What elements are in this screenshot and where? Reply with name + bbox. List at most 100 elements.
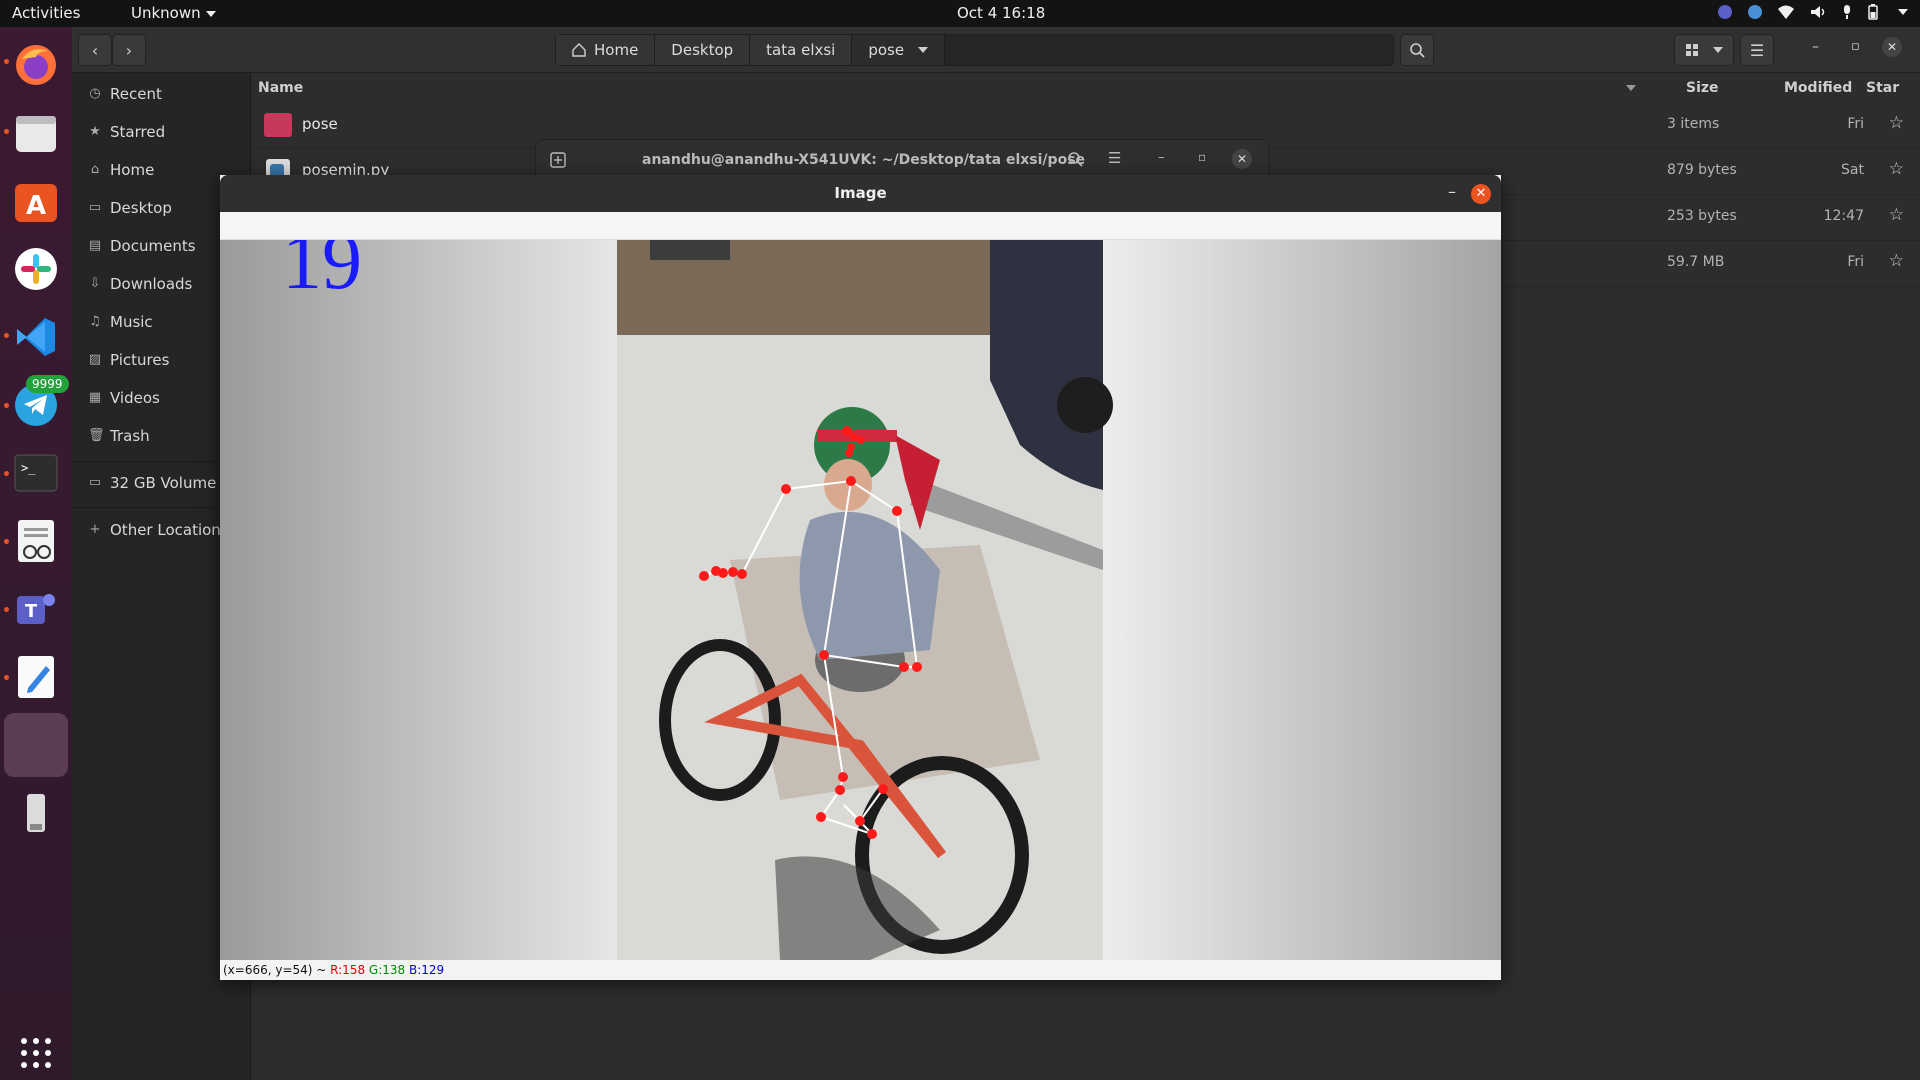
back-button[interactable]: ‹ (78, 34, 112, 66)
sidebar-item-home[interactable]: ⌂ Home (88, 161, 154, 179)
document-icon: ▤ (88, 238, 102, 253)
crumb-tata-elxsi[interactable]: tata elxsi (750, 35, 853, 65)
column-name[interactable]: Name (258, 73, 1658, 103)
battery-icon[interactable] (1867, 4, 1879, 20)
chevron-down-icon (918, 47, 929, 53)
image-titlebar[interactable]: Image – ✕ (220, 175, 1501, 212)
crumb-label: Desktop (671, 41, 734, 59)
terminal-window[interactable]: anandhu@anandhu-X541UVK: ~/Desktop/tata … (535, 139, 1269, 179)
image-canvas[interactable]: 19 (220, 240, 1501, 960)
system-tray[interactable] (1717, 4, 1908, 20)
keypoint (899, 662, 909, 672)
sidebar-item-label: Documents (110, 237, 196, 255)
teams-icon[interactable]: T (10, 583, 62, 635)
close-button[interactable]: ✕ (1882, 37, 1902, 57)
star-icon[interactable]: ☆ (1889, 159, 1904, 179)
microphone-icon[interactable] (1841, 4, 1853, 20)
keypoint (816, 812, 826, 822)
green-value: G:138 (368, 963, 406, 977)
keypoint (912, 662, 922, 672)
sidebar-item-documents[interactable]: ▤ Documents (88, 237, 196, 255)
wifi-icon[interactable] (1777, 4, 1795, 20)
terminal-icon[interactable]: >_ (10, 447, 62, 499)
star-icon[interactable]: ☆ (1889, 251, 1904, 271)
teams-tray-icon[interactable] (1717, 4, 1733, 20)
running-indicator (4, 539, 9, 544)
crumb-pose[interactable]: pose (852, 35, 946, 65)
column-modified[interactable]: Modified (1784, 73, 1852, 103)
sidebar-item-music[interactable]: ♫ Music (88, 313, 153, 331)
usb-drive-icon[interactable] (10, 787, 62, 839)
app-menu[interactable]: Unknown (131, 4, 216, 22)
sidebar-item-volume[interactable]: ▭ 32 GB Volume (88, 474, 216, 492)
search-button[interactable] (1400, 34, 1434, 66)
dock: A 9999 >_ T (0, 27, 72, 1080)
firefox-icon[interactable] (10, 39, 62, 91)
sort-icon (1626, 85, 1636, 91)
chevron-down-icon[interactable] (1898, 9, 1908, 15)
sidebar-item-label: Other Locations (110, 521, 229, 539)
keypoint (842, 426, 852, 436)
active-app-placeholder[interactable] (4, 713, 68, 777)
desktop-icon: ▭ (88, 200, 102, 215)
sidebar-item-other-locations[interactable]: + Other Locations (88, 521, 229, 539)
svg-text:T: T (25, 601, 38, 622)
maximize-button[interactable]: ▫ (1851, 39, 1860, 54)
sidebar-item-label: Recent (110, 85, 162, 103)
terminal-title: anandhu@anandhu-X541UVK: ~/Desktop/tata … (642, 152, 1086, 168)
file-size: 253 bytes (1667, 208, 1737, 224)
document-viewer-icon[interactable] (10, 515, 62, 567)
show-apps-icon[interactable] (10, 1027, 62, 1079)
close-button[interactable]: ✕ (1232, 149, 1252, 169)
files-headerbar: ‹ › Home Desktop tata elxsi pose ☰ – ▫ ✕ (72, 27, 1920, 73)
minimize-button[interactable]: – (1448, 182, 1456, 201)
volume-icon[interactable] (1809, 4, 1827, 20)
menu-button[interactable]: ☰ (1740, 34, 1774, 66)
crumb-home[interactable]: Home (556, 35, 656, 65)
minimize-button[interactable]: – (1812, 39, 1819, 55)
keypoint (846, 476, 856, 486)
forward-button[interactable]: › (112, 34, 146, 66)
star-icon[interactable]: ☆ (1889, 205, 1904, 225)
sidebar-item-label: Videos (110, 389, 160, 407)
sidebar-item-downloads[interactable]: ⇩ Downloads (88, 275, 193, 293)
path-bar[interactable]: Home Desktop tata elxsi pose (555, 34, 1394, 66)
hamburger-icon[interactable]: ☰ (1108, 149, 1121, 167)
sidebar-item-label: Starred (110, 123, 166, 141)
search-icon[interactable] (1068, 152, 1083, 167)
crumb-desktop[interactable]: Desktop (655, 35, 751, 65)
close-button[interactable]: ✕ (1471, 184, 1491, 204)
ubuntu-software-icon[interactable]: A (10, 175, 62, 227)
keypoint (819, 650, 829, 660)
view-toggle-button[interactable] (1674, 34, 1734, 66)
image-window: Image – ✕ 19 (x=666, y=54) ~ R:158 G:138… (220, 175, 1501, 980)
column-star[interactable]: Star (1866, 73, 1899, 103)
picture-icon: ▨ (88, 352, 102, 367)
sidebar-item-recent[interactable]: ◷ Recent (88, 85, 162, 103)
column-label: Name (258, 80, 304, 96)
text-editor-icon[interactable] (10, 651, 62, 703)
sidebar-item-pictures[interactable]: ▨ Pictures (88, 351, 170, 369)
minimize-button[interactable]: – (1158, 150, 1165, 165)
slack-icon[interactable] (10, 243, 62, 295)
clock[interactable]: Oct 4 16:18 (957, 4, 1045, 22)
maximize-button[interactable]: ▫ (1198, 150, 1206, 164)
sidebar-item-videos[interactable]: ▦ Videos (88, 389, 160, 407)
sidebar-item-desktop[interactable]: ▭ Desktop (88, 199, 172, 217)
column-size[interactable]: Size (1686, 73, 1719, 103)
files-icon[interactable] (10, 107, 62, 159)
file-modified: Sat (1841, 162, 1864, 178)
new-tab-icon[interactable] (550, 152, 566, 168)
sidebar-item-starred[interactable]: ★ Starred (88, 123, 165, 141)
keypoint (699, 571, 709, 581)
sidebar-item-trash[interactable]: 🗑︎ Trash (88, 427, 150, 445)
star-icon[interactable]: ☆ (1889, 113, 1904, 133)
column-label: Modified (1784, 80, 1853, 96)
vscode-icon[interactable] (10, 311, 62, 363)
globe-icon[interactable] (1747, 4, 1763, 20)
activities-button[interactable]: Activities (12, 4, 80, 22)
keypoint (850, 433, 858, 441)
keypoint (781, 484, 791, 494)
svg-text:A: A (26, 191, 46, 221)
image-toolbar (220, 212, 1501, 240)
